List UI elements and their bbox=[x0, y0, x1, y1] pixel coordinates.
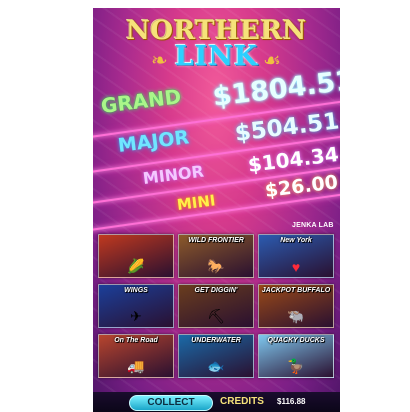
game-tile[interactable]: WILD FRONTIER 🐎 bbox=[178, 234, 254, 278]
bottom-bar: COLLECT CREDITS $116.88 bbox=[93, 392, 340, 412]
mini-jackpot-label: MINI bbox=[175, 191, 217, 214]
game-tile[interactable]: New York ♥ bbox=[258, 234, 334, 278]
pickaxe-icon: ⛏ bbox=[207, 308, 225, 324]
buffalo-icon: 🐃 bbox=[287, 308, 305, 324]
collect-button[interactable]: COLLECT bbox=[129, 395, 213, 411]
game-tile-title: GET DIGGIN' bbox=[194, 287, 238, 294]
game-tile[interactable]: 🌽 bbox=[98, 234, 174, 278]
grand-jackpot-label: GRAND bbox=[99, 84, 183, 118]
game-tile[interactable]: On The Road 🚚 bbox=[98, 334, 174, 378]
game-tile[interactable]: JACKPOT BUFFALO 🐃 bbox=[258, 284, 334, 328]
game-tile-title: On The Road bbox=[114, 337, 158, 344]
plane-icon: ✈ bbox=[130, 308, 142, 324]
brand-logo: JENKA LAB bbox=[292, 222, 334, 229]
credits-label: CREDITS bbox=[220, 396, 264, 407]
game-tile-title: QUACKY DUCKS bbox=[267, 337, 325, 344]
game-title-line2: LINK bbox=[174, 41, 259, 72]
game-tile[interactable]: QUACKY DUCKS 🦆 bbox=[258, 334, 334, 378]
heart-icon: ♥ bbox=[291, 259, 301, 275]
game-tile[interactable]: UNDERWATER 🐟 bbox=[178, 334, 254, 378]
game-tile-title: UNDERWATER bbox=[191, 337, 241, 344]
credits-value: $116.88 bbox=[277, 397, 306, 406]
truck-icon: 🚚 bbox=[127, 358, 145, 374]
duck-icon: 🦆 bbox=[287, 358, 305, 374]
minor-jackpot-label: MINOR bbox=[141, 161, 205, 188]
game-tile-title: JACKPOT BUFFALO bbox=[261, 287, 331, 294]
fish-icon: 🐟 bbox=[207, 358, 225, 374]
game-tile-title: WINGS bbox=[124, 287, 148, 294]
game-tile[interactable]: GET DIGGIN' ⛏ bbox=[178, 284, 254, 328]
wagon-icon: 🐎 bbox=[207, 258, 225, 274]
right-wing-icon: ☙ bbox=[263, 50, 281, 72]
game-screen: NORTHERN ❧ LINK ☙ GRAND $1804.51 MAJOR $… bbox=[93, 8, 340, 412]
game-tile-title: WILD FRONTIER bbox=[188, 237, 244, 244]
game-tile-title: New York bbox=[280, 237, 312, 244]
game-tile[interactable]: WINGS ✈ bbox=[98, 284, 174, 328]
corn-icon: 🌽 bbox=[127, 258, 145, 274]
